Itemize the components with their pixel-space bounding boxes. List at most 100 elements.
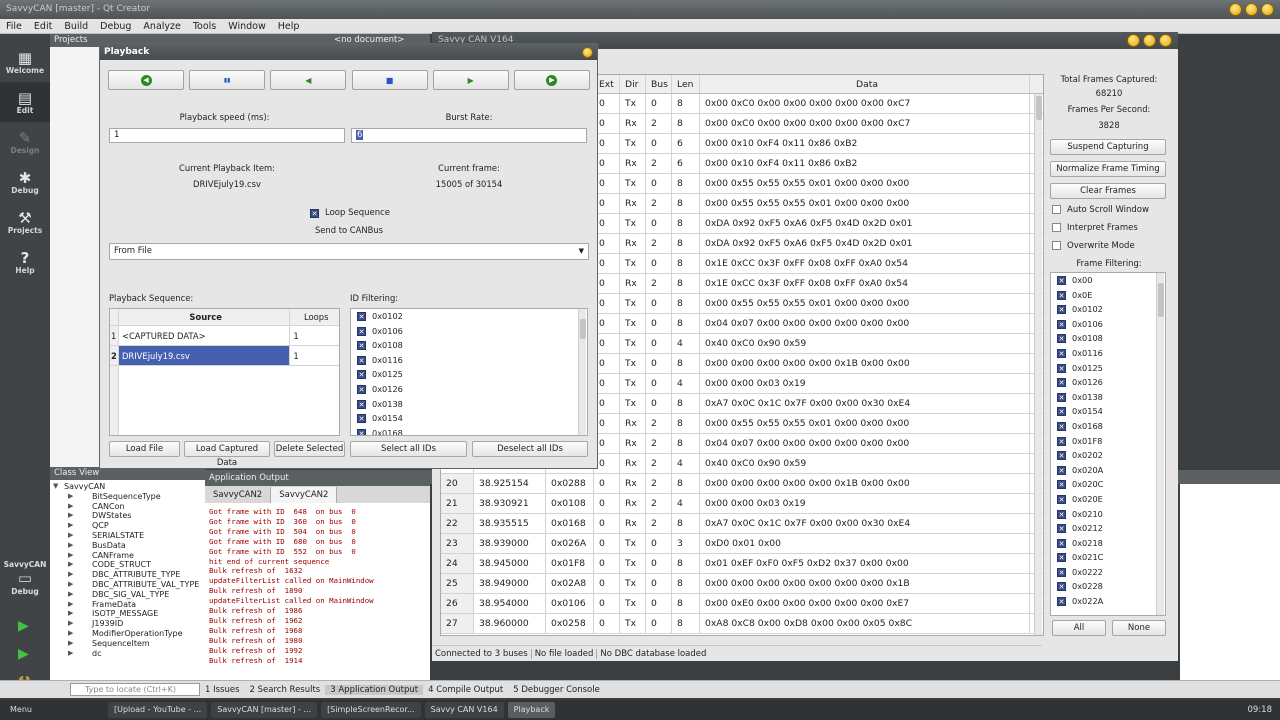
class-item[interactable]: ▶ FrameData — [50, 600, 205, 610]
frame-filter-item[interactable]: ✕ 0x020A — [1051, 463, 1165, 478]
checkbox-checked[interactable]: ✕ — [1057, 363, 1066, 373]
normalize-timing-button[interactable]: Normalize Frame Timing — [1050, 161, 1166, 177]
checkbox-checked[interactable]: ✕ — [1057, 305, 1066, 315]
menu-tools[interactable]: Tools — [187, 19, 222, 34]
taskbar-item-recorder[interactable]: [SimpleScreenRecor... — [321, 702, 421, 718]
checkbox-checked[interactable]: ✕ — [1057, 319, 1066, 329]
close-button[interactable] — [582, 46, 593, 58]
frame-row[interactable]: 23 38.939000 0x026A 0 Tx 0 3 0xD0 0x01 0x00 — [441, 534, 1043, 554]
taskbar-item-qtcreator[interactable]: SavvyCAN [master] - ... — [211, 702, 318, 718]
class-item[interactable]: ▶ SequenceItem — [50, 639, 205, 649]
checkbox-checked[interactable]: ✕ — [357, 384, 366, 394]
maximize-button[interactable] — [1143, 34, 1156, 47]
sequence-table[interactable]: Source Loops 1 <CAPTURED DATA> 1 2 DRIVE… — [109, 308, 340, 436]
menu-help[interactable]: Help — [272, 19, 306, 34]
burst-input[interactable]: 6 — [351, 128, 587, 143]
checkbox-checked[interactable]: ✕ — [357, 370, 366, 380]
menu-debug[interactable]: Debug — [94, 19, 137, 34]
sequence-row[interactable]: 1 <CAPTURED DATA> 1 — [110, 326, 339, 346]
pause-button[interactable]: ▮▮ — [189, 70, 266, 90]
checkbox-checked[interactable]: ✕ — [1057, 480, 1066, 490]
loop-option[interactable]: ✕ Loop Sequence — [310, 208, 390, 218]
frame-filter-item[interactable]: ✕ 0x0116 — [1051, 346, 1165, 361]
frame-filter-item[interactable]: ✕ 0x021C — [1051, 550, 1165, 565]
frame-filter-item[interactable]: ✕ 0x0218 — [1051, 536, 1165, 551]
mode-projects[interactable]: ⚒ Projects — [0, 202, 50, 242]
id-filter-item[interactable]: ✕ 0x0116 — [351, 353, 587, 368]
close-button[interactable] — [1159, 34, 1172, 47]
menu-window[interactable]: Window — [222, 19, 271, 34]
step-forward-button[interactable]: ▶ — [432, 70, 509, 90]
frame-row[interactable]: 26 38.954000 0x0106 0 Tx 0 8 0x00 0xE0 0x00 0x0… — [441, 594, 1043, 614]
send-target-select[interactable]: From File ▼ — [109, 243, 589, 260]
frame-filter-item[interactable]: ✕ 0x0168 — [1051, 419, 1165, 434]
class-item[interactable]: ▶ QCP — [50, 521, 205, 531]
frame-row[interactable]: 22 38.935515 0x0168 0 Rx 2 8 0xA7 0x0C 0x1C 0x7… — [441, 514, 1043, 534]
checkbox-checked[interactable]: ✕ — [1057, 334, 1066, 344]
id-filter-item[interactable]: ✕ 0x0125 — [351, 367, 587, 382]
projects-tree[interactable] — [50, 47, 100, 467]
stop-button[interactable]: ■ — [351, 70, 428, 90]
id-filter-item[interactable]: ✕ 0x0108 — [351, 338, 587, 353]
checkbox-checked[interactable]: ✕ — [1057, 290, 1066, 300]
class-item[interactable]: ▶ CANFrame — [50, 551, 205, 561]
debug-run-icon[interactable]: ▶ — [18, 646, 29, 662]
load-file-button[interactable]: Load File — [109, 441, 180, 457]
frame-row[interactable]: 20 38.925154 0x0288 0 Rx 2 8 0x00 0x00 0x00 0x0… — [441, 474, 1043, 494]
pane-issues[interactable]: 1 Issues — [200, 685, 245, 695]
id-filter-list[interactable]: ✕ 0x0102 ✕ 0x0106 ✕ 0x0108 ✕ 0x0116 ✕ 0x0125 ✕ 0x01… — [350, 308, 588, 436]
frame-filter-list[interactable]: ✕ 0x00 ✕ 0x0E ✕ 0x0102 ✕ 0x0106 ✕ 0x0108 ✕ 0x0116 ✕ 0… — [1050, 272, 1166, 616]
select-all-ids-button[interactable]: Select all IDs — [350, 441, 467, 457]
frame-filter-item[interactable]: ✕ 0x0125 — [1051, 361, 1165, 376]
checkbox-checked[interactable]: ✕ — [1057, 421, 1066, 431]
col-bus[interactable]: Bus — [646, 75, 672, 93]
col-dir[interactable]: Dir — [620, 75, 646, 93]
checkbox-checked[interactable]: ✕ — [1057, 494, 1066, 504]
menu-edit[interactable]: Edit — [28, 19, 58, 34]
minimize-button[interactable] — [1229, 3, 1242, 16]
checkbox-checked[interactable]: ✕ — [357, 326, 366, 336]
scroll-thumb[interactable] — [1036, 96, 1042, 120]
class-item[interactable]: ▶ DBC_ATTRIBUTE_TYPE — [50, 570, 205, 580]
app-output-log[interactable]: Got frame with ID 648 on bus 0 Got frame… — [205, 503, 430, 680]
frame-row[interactable]: 25 38.949000 0x02A8 0 Tx 0 8 0x00 0x00 0x00 0x0… — [441, 574, 1043, 594]
frame-row[interactable]: 27 38.960000 0x0258 0 Tx 0 8 0xA8 0xC8 0x00 0xD… — [441, 614, 1043, 634]
step-back-button[interactable]: ◀ — [270, 70, 347, 90]
class-item[interactable]: ▶ DBC_ATTRIBUTE_VAL_TYPE — [50, 580, 205, 590]
id-filter-item[interactable]: ✕ 0x0138 — [351, 397, 587, 412]
checkbox-checked[interactable]: ✕ — [1057, 582, 1066, 592]
class-item[interactable]: ▼ SavvyCAN — [50, 482, 205, 492]
scroll-thumb[interactable] — [580, 319, 586, 339]
frame-filter-item[interactable]: ✕ 0x0138 — [1051, 390, 1165, 405]
overwrite-checkbox[interactable] — [1052, 241, 1061, 250]
checkbox-checked[interactable]: ✕ — [357, 355, 366, 365]
class-item[interactable]: ▶ CANCon — [50, 502, 205, 512]
frame-filter-item[interactable]: ✕ 0x0212 — [1051, 521, 1165, 536]
checkbox-checked[interactable]: ✕ — [1057, 553, 1066, 563]
checkbox-checked[interactable]: ✕ — [1057, 509, 1066, 519]
minimize-button[interactable] — [1127, 34, 1140, 47]
frame-filter-item[interactable]: ✕ 0x01F8 — [1051, 434, 1165, 449]
class-item[interactable]: ▶ ISOTP_MESSAGE — [50, 609, 205, 619]
rewind-button[interactable]: ◀ — [108, 70, 184, 90]
class-view-tree[interactable]: ▼ SavvyCAN ▶ BitSequenceType ▶ CANCon ▶ DWSt… — [50, 480, 205, 680]
taskbar-item-savvycan[interactable]: Savvy CAN V164 — [424, 702, 504, 718]
id-filter-scrollbar[interactable] — [578, 309, 586, 435]
interpret-checkbox[interactable] — [1052, 223, 1061, 232]
col-data[interactable]: Data — [700, 75, 1030, 93]
grid-scrollbar[interactable] — [1034, 94, 1042, 635]
fast-forward-button[interactable]: ▶ — [513, 70, 590, 90]
locate-input[interactable]: Type to locate (Ctrl+K) — [70, 683, 200, 696]
class-item[interactable]: ▶ ModifierOperationType — [50, 629, 205, 639]
frame-filter-item[interactable]: ✕ 0x0222 — [1051, 565, 1165, 580]
frame-filter-item[interactable]: ✕ 0x0154 — [1051, 404, 1165, 419]
class-item[interactable]: ▶ CODE_STRUCT — [50, 560, 205, 570]
id-filter-item[interactable]: ✕ 0x0102 — [351, 309, 587, 324]
id-filter-item[interactable]: ✕ 0x0106 — [351, 324, 587, 339]
class-item[interactable]: ▶ SERIALSTATE — [50, 531, 205, 541]
run-icon[interactable]: ▶ — [18, 618, 29, 634]
loop-checkbox[interactable]: ✕ — [310, 208, 319, 218]
checkbox-checked[interactable]: ✕ — [1057, 392, 1066, 402]
frame-filter-item[interactable]: ✕ 0x0202 — [1051, 448, 1165, 463]
checkbox-checked[interactable]: ✕ — [1057, 524, 1066, 534]
